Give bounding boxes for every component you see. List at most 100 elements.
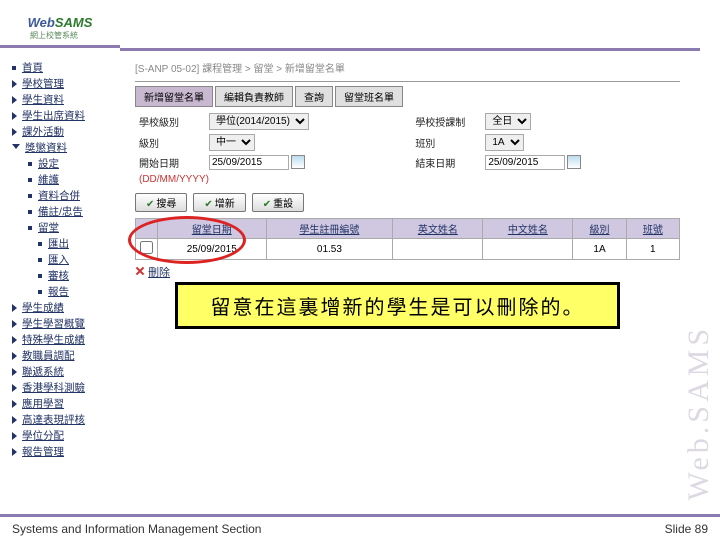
sidebar-item-3[interactable]: 學生出席資料 [10,108,125,124]
table-header-4[interactable]: 中文姓名 [483,219,573,239]
row-checkbox[interactable] [140,241,153,254]
bullet-icon [38,274,42,278]
sidebar-item-23[interactable]: 學位分配 [10,428,125,444]
sidebar-item-18[interactable]: 教職員調配 [10,348,125,364]
sidebar-item-19[interactable]: 聯遞系統 [10,364,125,380]
expand-icon [12,128,17,136]
table-header-0 [136,219,158,239]
sidebar-item-label: 匯入 [48,253,69,267]
sidebar-item-8[interactable]: 資料合併 [10,188,125,204]
tab-1[interactable]: 編輯負責教師 [215,86,293,107]
tab-0[interactable]: 新增留堂名單 [135,86,213,107]
expand-icon [12,352,17,360]
table-cell [393,239,483,260]
bullet-icon [28,162,32,166]
expand-icon [12,112,17,120]
sidebar-item-label: 備註/忠告 [38,205,83,219]
sidebar-item-24[interactable]: 報告管理 [10,444,125,460]
sidebar-item-label: 留堂 [38,221,59,235]
class-select[interactable]: 中一 [209,134,255,151]
sidebar-item-label: 學生學習概覽 [22,317,85,331]
calendar-icon[interactable] [291,155,305,169]
sidebar-item-label: 報告 [48,285,69,299]
expand-icon [12,304,17,312]
start-date-label: 開始日期 [135,153,205,172]
sidebar-item-17[interactable]: 特殊學生成績 [10,332,125,348]
sidebar-item-label: 審核 [48,269,69,283]
start-date-input[interactable] [209,155,289,170]
table-header-2[interactable]: 學生註冊編號 [266,219,393,239]
delete-label[interactable]: 刪除 [148,267,170,279]
table-cell: 25/09/2015 [158,239,267,260]
sidebar-item-6[interactable]: 設定 [10,156,125,172]
table-header-5[interactable]: 級別 [573,219,626,239]
content-divider [135,81,680,82]
tab-3[interactable]: 留堂班名單 [335,86,403,107]
breadcrumb: [S-ANP 05-02] 課程管理 > 留堂 > 新增留堂名單 [135,60,680,75]
sidebar-item-label: 學位分配 [22,429,64,443]
level-label: 學校級別 [135,111,205,132]
sidebar-item-9[interactable]: 備註/忠告 [10,204,125,220]
expand-icon [12,400,17,408]
table-header-1[interactable]: 留堂日期 [158,219,267,239]
level-select[interactable]: 學位(2014/2015) [209,113,309,130]
expand-icon [12,144,20,153]
table-cell [483,239,573,260]
expand-icon [12,384,17,392]
class-label: 級別 [135,132,205,153]
sidebar-item-13[interactable]: 審核 [10,268,125,284]
sidebar-item-10[interactable]: 留堂 [10,220,125,236]
sidebar-item-5[interactable]: 獎懲資料 [10,140,125,156]
expand-icon [12,80,17,88]
sidebar-item-16[interactable]: 學生學習概覽 [10,316,125,332]
sidebar-item-label: 香港學科測驗 [22,381,85,395]
table-cell: 1 [626,239,679,260]
sidebar-item-20[interactable]: 香港學科測驗 [10,380,125,396]
session-select[interactable]: 全日 [485,113,531,130]
classno-select[interactable]: 1A [485,134,524,151]
table-header-6[interactable]: 班號 [626,219,679,239]
sidebar-item-label: 資料合併 [38,189,80,203]
sidebar-item-label: 學生出席資料 [22,109,85,123]
sidebar-item-4[interactable]: 課外活動 [10,124,125,140]
expand-icon [12,320,17,328]
bullet-icon [28,194,32,198]
calendar-icon[interactable] [567,155,581,169]
bullet-icon [28,178,32,182]
sidebar-item-label: 維護 [38,173,59,187]
action-buttons: ✔搜尋 ✔增新 ✔重設 [135,193,680,212]
reset-button[interactable]: ✔重設 [252,193,304,212]
sidebar-item-7[interactable]: 維護 [10,172,125,188]
header-divider [120,48,700,51]
table-cell: 01.53 [266,239,393,260]
tab-2[interactable]: 查詢 [295,86,333,107]
sidebar-item-1[interactable]: 學校管理 [10,76,125,92]
expand-icon [12,336,17,344]
end-date-input[interactable] [485,155,565,170]
table-header-3[interactable]: 英文姓名 [393,219,483,239]
bullet-icon [38,242,42,246]
sidebar-item-0[interactable]: 首頁 [10,60,125,76]
sidebar-item-14[interactable]: 報告 [10,284,125,300]
callout-note: 留意在這裏增新的學生是可以刪除的。 [175,282,620,329]
sidebar-item-label: 課外活動 [22,125,64,139]
sidebar-item-2[interactable]: 學生資料 [10,92,125,108]
sidebar-item-label: 聯遞系統 [22,365,64,379]
sidebar-item-12[interactable]: 匯入 [10,252,125,268]
footer: Systems and Information Management Secti… [0,514,720,540]
bullet-icon [38,290,42,294]
sidebar: 首頁學校管理學生資料學生出席資料課外活動獎懲資料設定維護資料合併備註/忠告留堂匯… [10,60,125,460]
check-icon: ✔ [146,199,154,210]
logo-web: Web [28,15,55,30]
logo-area: WebSAMS 網上校管系統 [0,0,120,48]
sidebar-item-21[interactable]: 應用學習 [10,396,125,412]
search-button[interactable]: ✔搜尋 [135,193,187,212]
sidebar-item-22[interactable]: 高達表現評核 [10,412,125,428]
sidebar-item-15[interactable]: 學生成績 [10,300,125,316]
add-button[interactable]: ✔增新 [193,193,245,212]
footer-left: Systems and Information Management Secti… [12,522,261,536]
delete-icon[interactable] [135,266,145,276]
footer-slide: Slide 89 [665,522,708,536]
sidebar-item-label: 教職員調配 [22,349,75,363]
sidebar-item-11[interactable]: 匯出 [10,236,125,252]
